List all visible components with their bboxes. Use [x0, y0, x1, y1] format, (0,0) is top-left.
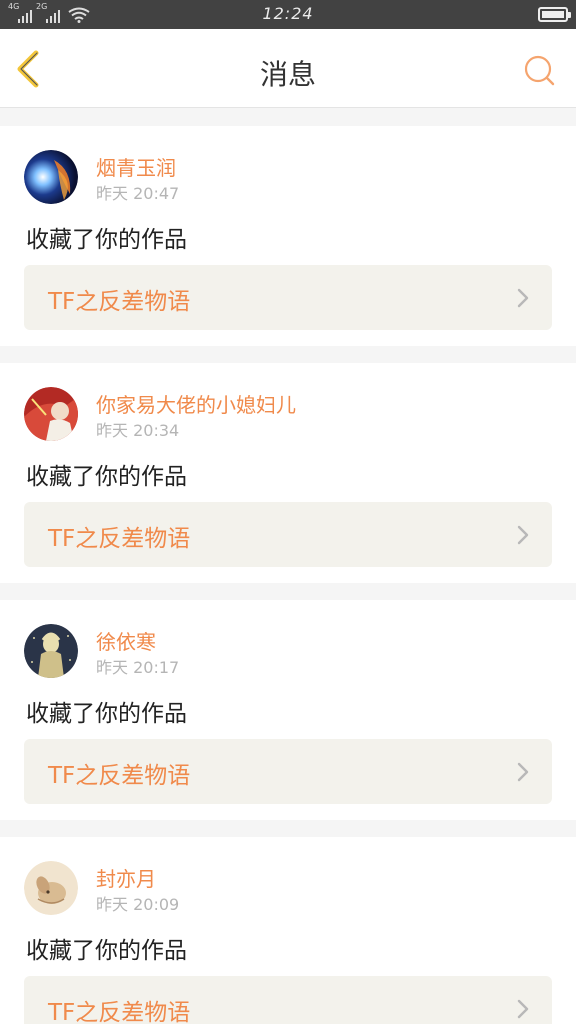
avatar[interactable] [24, 624, 78, 678]
sender-name[interactable]: 烟青玉润 [96, 152, 176, 181]
message-action-text: 收藏了你的作品 [26, 701, 187, 727]
message-item: 封亦月 昨天 20:09 收藏了你的作品 TF之反差物语 [0, 837, 576, 1024]
clock: 12:24 [262, 4, 314, 23]
message-item: 你家易大佬的小媳妇儿 昨天 20:34 收藏了你的作品 TF之反差物语 [0, 363, 576, 583]
sender-name[interactable]: 封亦月 [96, 863, 156, 892]
work-link[interactable]: TF之反差物语 [24, 976, 552, 1024]
sender-name[interactable]: 徐依寒 [96, 626, 156, 655]
message-timestamp: 昨天 20:09 [96, 895, 180, 914]
work-link[interactable]: TF之反差物语 [24, 502, 552, 567]
message-list: 烟青玉润 昨天 20:47 收藏了你的作品 TF之反差物语 你家易大佬的小媳妇儿… [0, 126, 576, 1024]
status-bar: 4G 2G 12:24 [0, 0, 576, 29]
message-timestamp: 昨天 20:47 [96, 184, 180, 203]
message-action-text: 收藏了你的作品 [26, 227, 187, 253]
chevron-right-icon [517, 288, 529, 308]
avatar[interactable] [24, 150, 78, 204]
chevron-right-icon [517, 525, 529, 545]
message-item: 徐依寒 昨天 20:17 收藏了你的作品 TF之反差物语 [0, 600, 576, 820]
message-action-text: 收藏了你的作品 [26, 464, 187, 490]
chevron-right-icon [517, 999, 529, 1019]
search-button[interactable] [522, 53, 558, 89]
avatar[interactable] [24, 387, 78, 441]
chevron-right-icon [517, 762, 529, 782]
message-timestamp: 昨天 20:34 [96, 421, 180, 440]
work-title: TF之反差物语 [48, 1000, 191, 1024]
avatar[interactable] [24, 861, 78, 915]
top-navigation-bar: 消息 [0, 29, 576, 108]
work-title: TF之反差物语 [48, 289, 191, 315]
work-link[interactable]: TF之反差物语 [24, 265, 552, 330]
work-title: TF之反差物语 [48, 526, 191, 552]
work-link[interactable]: TF之反差物语 [24, 739, 552, 804]
message-item: 烟青玉润 昨天 20:47 收藏了你的作品 TF之反差物语 [0, 126, 576, 346]
search-icon [524, 55, 555, 86]
page-title: 消息 [259, 58, 316, 91]
work-title: TF之反差物语 [48, 763, 191, 789]
message-timestamp: 昨天 20:17 [96, 658, 180, 677]
battery-icon [538, 7, 571, 22]
message-action-text: 收藏了你的作品 [26, 938, 187, 964]
sender-name[interactable]: 你家易大佬的小媳妇儿 [96, 389, 296, 418]
